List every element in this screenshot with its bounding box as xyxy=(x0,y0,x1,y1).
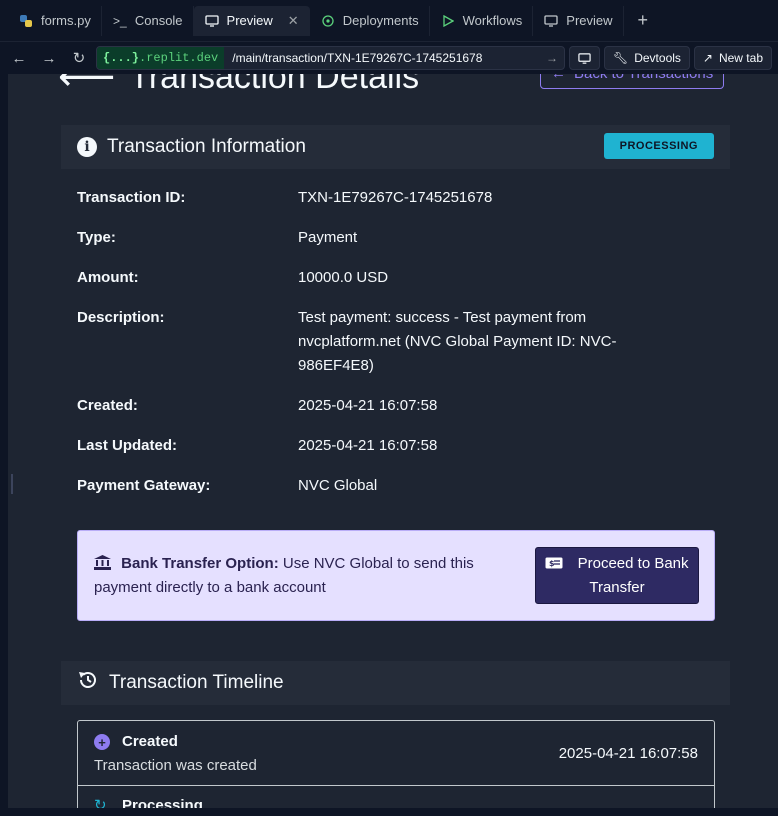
section-heading: Transaction Information xyxy=(107,136,306,157)
timeline-item-description: Transaction was created xyxy=(94,757,257,774)
workspace-tab-bar: forms.py >_ Console Preview ✕ Deployment… xyxy=(0,0,778,42)
monitor-icon xyxy=(543,13,559,29)
back-button-label: Back to Transactions xyxy=(574,74,713,82)
resize-handle[interactable] xyxy=(11,474,13,494)
timeline-item-title: Created xyxy=(122,733,178,750)
back-arrow-icon[interactable]: ← xyxy=(6,45,32,71)
plus-circle-icon: + xyxy=(94,734,110,750)
close-icon[interactable]: ✕ xyxy=(288,13,299,29)
timeline-item-date: 2025-04-21 16:07:58 xyxy=(558,745,698,762)
preview-url-bar: ← → ↻ {...} .replit.dev /main/transaction… xyxy=(0,42,778,74)
back-to-transactions-button[interactable]: ← Back to Transactions xyxy=(540,74,725,89)
detail-value: TXN-1E79267C-1745251678 xyxy=(298,189,493,206)
detail-label: Amount: xyxy=(77,269,139,286)
device-toggle-button[interactable] xyxy=(568,46,600,70)
transaction-info-header: i Transaction Information PROCESSING xyxy=(61,125,730,169)
detail-row-type: Type: Payment xyxy=(77,226,717,250)
add-tab-icon[interactable]: + xyxy=(624,10,663,31)
arrow-left-icon: ← xyxy=(551,74,566,82)
tab-forms-py[interactable]: forms.py xyxy=(8,5,102,36)
sync-icon: ↻ xyxy=(94,797,107,808)
detail-value: Test payment: success - Test payment fro… xyxy=(298,309,617,374)
detail-value: 2025-04-21 16:07:58 xyxy=(298,397,438,414)
detail-label: Description: xyxy=(77,309,165,326)
detail-row-payment-gateway: Payment Gateway: NVC Global xyxy=(77,474,717,498)
tab-label: Deployments xyxy=(342,13,419,28)
tab-workflows[interactable]: Workflows xyxy=(430,5,534,36)
detail-row-created: Created: 2025-04-21 16:07:58 xyxy=(77,394,717,418)
timeline-item-processing: ↻ Processing xyxy=(77,785,715,808)
go-arrow-icon[interactable]: → xyxy=(540,51,564,65)
money-icon: $ xyxy=(545,555,577,572)
tab-label: Preview xyxy=(566,13,613,28)
tab-label: Console xyxy=(134,13,183,28)
domain-text: .replit.dev xyxy=(139,51,219,65)
detail-label: Last Updated: xyxy=(77,437,178,454)
preview-viewport[interactable]: ⟵ Transaction Details ← Back to Transact… xyxy=(8,74,778,808)
wrench-icon: 🔧︎ xyxy=(612,51,629,65)
url-path: /main/transaction/TXN-1E79267C-174525167… xyxy=(232,51,483,65)
tab-label: Preview xyxy=(226,13,273,28)
monitor-icon xyxy=(204,13,220,29)
timeline-item-title: Processing xyxy=(122,797,203,808)
monitor-icon xyxy=(578,52,591,64)
detail-row-transaction-id: Transaction ID: TXN-1E79267C-1745251678 xyxy=(77,186,717,210)
detail-value: 2025-04-21 16:07:58 xyxy=(298,437,438,454)
status-badge: PROCESSING xyxy=(603,133,714,159)
console-icon: >_ xyxy=(113,13,127,28)
reload-icon[interactable]: ↻ xyxy=(66,45,92,71)
domain-chip[interactable]: {...} .replit.dev xyxy=(97,47,225,69)
detail-label: Created: xyxy=(77,397,138,414)
bank-transfer-text: Bank Transfer Option: Use NVC Global to … xyxy=(94,552,514,600)
bank-transfer-label: Bank Transfer Option: xyxy=(121,555,279,572)
detail-row-last-updated: Last Updated: 2025-04-21 16:07:58 xyxy=(77,434,717,458)
transaction-timeline-header: Transaction Timeline xyxy=(61,661,730,705)
play-icon xyxy=(440,13,456,29)
detail-value: Payment xyxy=(298,229,358,246)
detail-row-description: Description: Test payment: success - Tes… xyxy=(77,306,717,378)
deployments-icon xyxy=(320,13,336,29)
new-tab-label: New tab xyxy=(718,51,763,65)
info-icon: i xyxy=(77,137,97,157)
forward-arrow-icon[interactable]: → xyxy=(36,45,62,71)
python-icon xyxy=(18,13,34,29)
tab-preview-active[interactable]: Preview ✕ xyxy=(193,5,310,36)
bank-transfer-alert: Bank Transfer Option: Use NVC Global to … xyxy=(77,530,715,621)
proceed-bank-transfer-button[interactable]: $ Proceed to Bank Transfer xyxy=(535,547,699,604)
tab-console[interactable]: >_ Console xyxy=(102,5,194,36)
detail-label: Type: xyxy=(77,229,116,246)
detail-value: 10000.0 USD xyxy=(298,269,389,286)
url-input[interactable]: {...} .replit.dev /main/transaction/TXN-1… xyxy=(96,46,565,70)
detail-row-amount: Amount: 10000.0 USD xyxy=(77,266,717,290)
new-tab-button[interactable]: ↗ New tab xyxy=(693,46,772,70)
proceed-button-label: Proceed to Bank Transfer xyxy=(577,555,689,596)
tab-deployments[interactable]: Deployments xyxy=(310,5,430,36)
tab-label: Workflows xyxy=(462,13,523,28)
section-heading: Transaction Timeline xyxy=(109,672,284,693)
arrow-left-icon: ⟵ xyxy=(58,74,116,99)
detail-value: NVC Global xyxy=(298,477,378,494)
detail-label: Payment Gateway: xyxy=(77,477,211,494)
page-title-text: Transaction Details xyxy=(129,74,420,96)
domain-prefix: {...} xyxy=(103,51,140,65)
bank-icon xyxy=(94,555,115,572)
tab-preview[interactable]: Preview xyxy=(533,5,624,36)
timeline-item-created: + Created Transaction was created 2025-0… xyxy=(77,720,715,786)
page-title: ⟵ Transaction Details xyxy=(58,74,419,100)
devtools-label: Devtools xyxy=(634,51,681,65)
devtools-button[interactable]: 🔧︎ Devtools xyxy=(603,46,690,70)
external-link-icon: ↗ xyxy=(702,51,713,65)
history-icon xyxy=(77,669,99,697)
tab-label: forms.py xyxy=(41,13,91,28)
detail-label: Transaction ID: xyxy=(77,189,186,206)
